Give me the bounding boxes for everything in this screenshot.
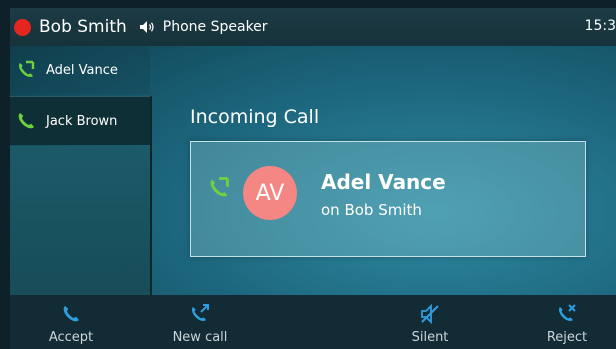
caller-avatar: AV [243, 166, 297, 220]
softkey-label: Reject [546, 330, 588, 345]
phone-icon [16, 111, 36, 131]
account-name: Bob Smith [39, 17, 127, 37]
reject-button[interactable]: Reject [522, 295, 612, 349]
speaker-icon [139, 20, 157, 34]
phone-screen: Bob Smith Phone Speaker 15:3 Adel Vance … [10, 8, 616, 349]
accept-button[interactable]: Accept [26, 295, 116, 349]
page-title: Incoming Call [190, 106, 320, 128]
phone-icon [61, 303, 81, 325]
sidebar-line-adel-vance[interactable]: Adel Vance [10, 46, 150, 94]
caller-name: Adel Vance [321, 170, 446, 194]
incoming-call-icon [16, 60, 36, 80]
softkey-label: New call [172, 330, 228, 345]
silent-button[interactable]: Silent [385, 295, 475, 349]
sidebar-divider [150, 96, 152, 295]
caller-line-subtitle: on Bob Smith [321, 201, 422, 219]
reject-icon [556, 303, 578, 325]
softkey-bar: Accept New call Silent Reject [10, 295, 616, 349]
audio-device-label: Phone Speaker [162, 19, 268, 35]
softkey-label: Silent [411, 330, 449, 345]
sidebar-line-jack-brown[interactable]: Jack Brown [10, 96, 150, 145]
presence-status-dot [14, 18, 31, 36]
caller-card[interactable]: AV Adel Vance on Bob Smith [190, 141, 586, 257]
sidebar-empty-panel [10, 146, 152, 295]
sidebar-line-label: Jack Brown [46, 113, 118, 129]
softkey-label: Accept [48, 330, 94, 345]
incoming-call-icon [207, 176, 231, 204]
sidebar-line-label: Adel Vance [46, 62, 118, 78]
new-call-button[interactable]: New call [150, 295, 250, 349]
mute-icon [420, 303, 440, 325]
new-call-icon [189, 303, 211, 325]
status-bar: Bob Smith Phone Speaker 15:3 [10, 8, 616, 46]
line-sidebar: Adel Vance Jack Brown [10, 46, 152, 295]
phone-display-frame: Bob Smith Phone Speaker 15:3 Adel Vance … [0, 0, 616, 349]
clock: 15:3 [584, 18, 616, 34]
